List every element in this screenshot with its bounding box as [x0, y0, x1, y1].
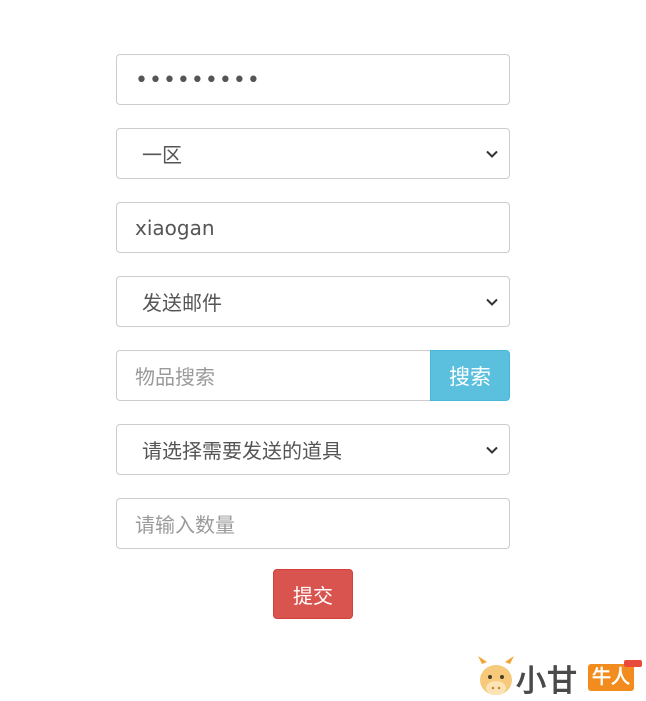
item-search-input[interactable]: 物品搜索	[116, 350, 430, 401]
username-value: xiaogan	[135, 215, 215, 240]
search-button[interactable]: 搜索	[430, 350, 510, 401]
server-select[interactable]: 一区	[116, 128, 510, 179]
item-select[interactable]: 请选择需要发送的道具	[116, 424, 510, 475]
server-select-value: 一区	[142, 143, 182, 167]
chevron-down-icon	[485, 147, 499, 161]
username-field[interactable]: xiaogan	[116, 202, 510, 253]
cow-mascot-icon	[478, 656, 514, 695]
watermark-tag: 牛人	[588, 664, 635, 691]
watermark-ribbon	[624, 660, 642, 667]
item-search-group: 物品搜索 搜索	[116, 350, 510, 401]
action-select[interactable]: 发送邮件	[116, 276, 510, 327]
chevron-down-icon	[485, 295, 499, 309]
watermark-logo: 小甘 牛人	[476, 652, 646, 701]
action-select-value: 发送邮件	[142, 291, 222, 315]
quantity-placeholder: 请输入数量	[135, 513, 235, 537]
chevron-down-icon	[485, 443, 499, 457]
password-field[interactable]: •••••••••	[116, 54, 510, 105]
submit-button[interactable]: 提交	[273, 569, 353, 619]
password-mask: •••••••••	[135, 67, 261, 93]
item-select-value: 请选择需要发送的道具	[142, 439, 342, 463]
mail-send-form: ••••••••• 一区 xiaogan 发送邮件 物品搜索 搜索 请选择需要发…	[116, 54, 510, 619]
watermark-text: 小甘	[516, 664, 578, 699]
quantity-field[interactable]: 请输入数量	[116, 498, 510, 549]
item-search-placeholder: 物品搜索	[135, 365, 215, 389]
